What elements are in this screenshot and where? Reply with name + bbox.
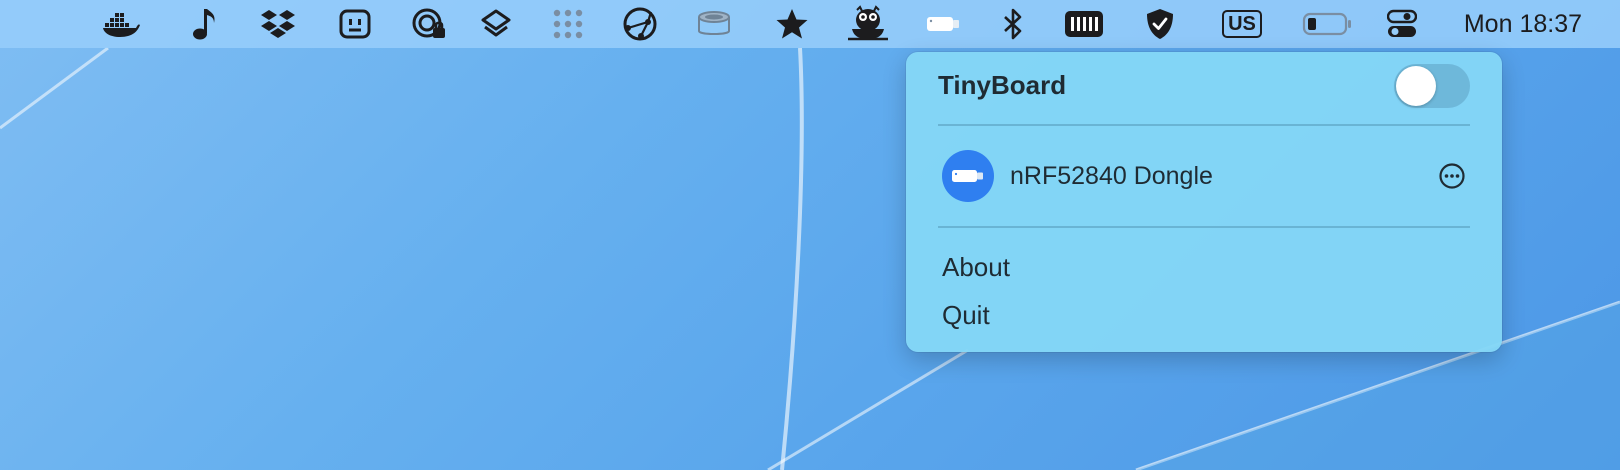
shortcuts-icon[interactable] bbox=[478, 0, 514, 48]
device-name: nRF52840 Dongle bbox=[1010, 162, 1213, 190]
battery-icon[interactable] bbox=[1302, 0, 1352, 48]
tinyboard-enable-toggle[interactable] bbox=[1394, 64, 1470, 108]
star-icon[interactable] bbox=[774, 0, 810, 48]
control-center-icon[interactable] bbox=[1386, 0, 1418, 48]
network-globe-icon[interactable] bbox=[620, 0, 660, 48]
memory-icon[interactable] bbox=[1064, 0, 1104, 48]
app-face-icon[interactable] bbox=[338, 0, 372, 48]
toggle-knob bbox=[1396, 66, 1436, 106]
usb-dongle-icon bbox=[952, 170, 983, 182]
dropbox-icon[interactable] bbox=[258, 0, 298, 48]
quit-menu-item[interactable]: Quit bbox=[942, 300, 990, 331]
bluetooth-icon[interactable] bbox=[1000, 0, 1026, 48]
popover-title: TinyBoard bbox=[938, 70, 1067, 100]
menu-bar: US Mon 18:37 bbox=[0, 0, 1620, 48]
about-menu-item[interactable]: About bbox=[942, 252, 1010, 283]
divider bbox=[938, 226, 1470, 228]
input-source-label: US bbox=[1222, 10, 1262, 38]
dot-grid-icon[interactable] bbox=[550, 0, 586, 48]
ellipsis-circle-icon bbox=[1439, 163, 1465, 189]
menu-bar-clock[interactable]: Mon 18:37 bbox=[1464, 0, 1582, 48]
usb-dongle-icon[interactable] bbox=[924, 0, 962, 48]
shield-check-icon[interactable] bbox=[1144, 0, 1176, 48]
music-note-icon[interactable] bbox=[190, 0, 220, 48]
disk-icon[interactable] bbox=[694, 0, 734, 48]
more-options-button[interactable] bbox=[1438, 162, 1466, 190]
device-avatar bbox=[942, 150, 994, 202]
input-source-indicator[interactable]: US bbox=[1220, 0, 1264, 48]
docker-icon[interactable] bbox=[102, 0, 140, 48]
divider bbox=[938, 124, 1470, 126]
device-row[interactable]: nRF52840 Dongle bbox=[942, 150, 1472, 206]
tinyboard-popover: TinyBoard nRF52840 Dongle About Quit bbox=[906, 52, 1502, 352]
password-lock-icon[interactable] bbox=[410, 0, 450, 48]
owl-coffee-icon[interactable] bbox=[846, 0, 890, 48]
